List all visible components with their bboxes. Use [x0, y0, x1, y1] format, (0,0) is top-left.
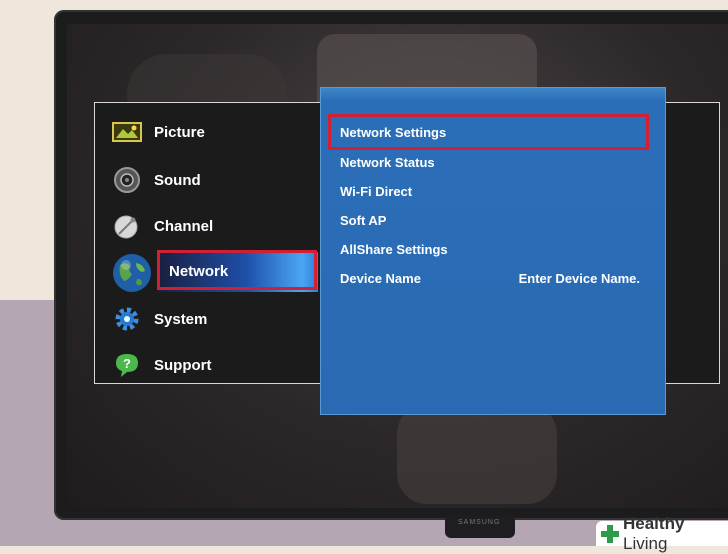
menu-item-support[interactable]: ? Support: [112, 345, 312, 385]
menu-label: Picture: [154, 123, 205, 141]
menu-item-network-label[interactable]: Network: [169, 263, 228, 280]
watermark-logo: Healthy Living: [596, 514, 728, 553]
submenu-item-device-name[interactable]: Device Name: [340, 271, 421, 286]
menu-label: Sound: [154, 171, 201, 189]
submenu-item-wifi-direct[interactable]: Wi-Fi Direct: [340, 184, 412, 199]
help-bubble-icon: ?: [112, 350, 142, 380]
device-name-value: Enter Device Name.: [518, 271, 640, 286]
submenu-item-allshare-settings[interactable]: AllShare Settings: [340, 242, 448, 257]
network-settings-selection-outline: [328, 114, 649, 150]
menu-item-channel[interactable]: Channel: [112, 206, 312, 246]
menu-item-picture[interactable]: Picture: [112, 112, 312, 152]
submenu-item-soft-ap[interactable]: Soft AP: [340, 213, 386, 228]
watermark-text: Healthy Living: [623, 513, 685, 553]
menu-item-sound[interactable]: Sound: [112, 160, 312, 200]
tv-brand-logo: SAMSUNG: [458, 519, 501, 526]
menu-item-system[interactable]: System: [112, 299, 312, 339]
plus-icon: [600, 524, 620, 544]
menu-label: Channel: [154, 217, 214, 235]
menu-label: Support: [154, 356, 212, 374]
globe-icon: [112, 253, 152, 293]
gear-icon: [112, 304, 142, 334]
speaker-icon: [112, 165, 142, 195]
submenu-item-network-status[interactable]: Network Status: [340, 155, 435, 170]
svg-text:?: ?: [123, 356, 131, 371]
picture-icon: [112, 117, 142, 147]
menu-label: System: [154, 310, 208, 328]
satellite-dish-icon: [112, 211, 142, 241]
